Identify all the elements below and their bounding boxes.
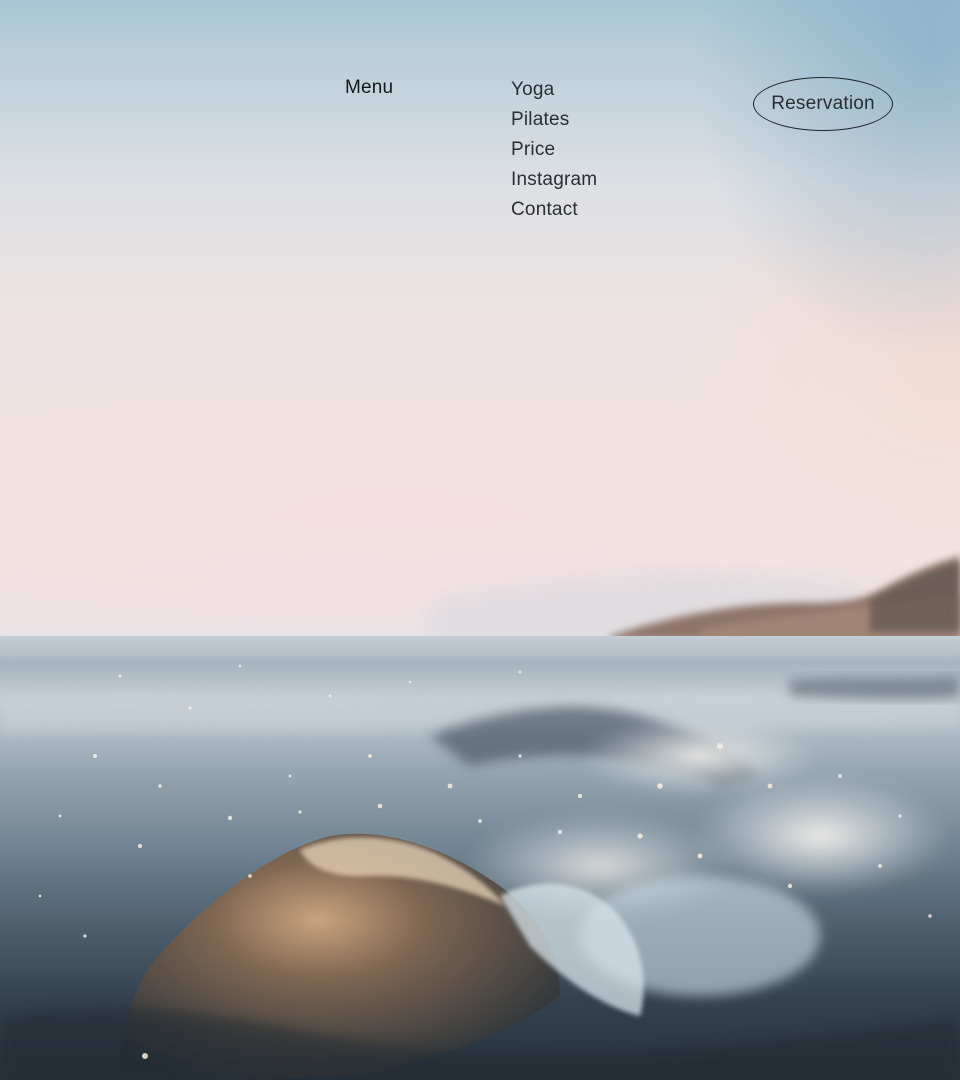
main-nav: Yoga Pilates Price Instagram Contact xyxy=(511,75,597,225)
wave-splash xyxy=(0,636,960,1080)
nav-item-price[interactable]: Price xyxy=(511,135,597,165)
nav-item-yoga[interactable]: Yoga xyxy=(511,75,597,105)
nav-item-contact[interactable]: Contact xyxy=(511,195,597,225)
site-header: Menu Yoga Pilates Price Instagram Contac… xyxy=(0,0,960,260)
nav-item-pilates[interactable]: Pilates xyxy=(511,105,597,135)
menu-toggle[interactable]: Menu xyxy=(345,76,393,100)
reservation-button[interactable]: Reservation xyxy=(753,77,893,131)
nav-item-instagram[interactable]: Instagram xyxy=(511,165,597,195)
